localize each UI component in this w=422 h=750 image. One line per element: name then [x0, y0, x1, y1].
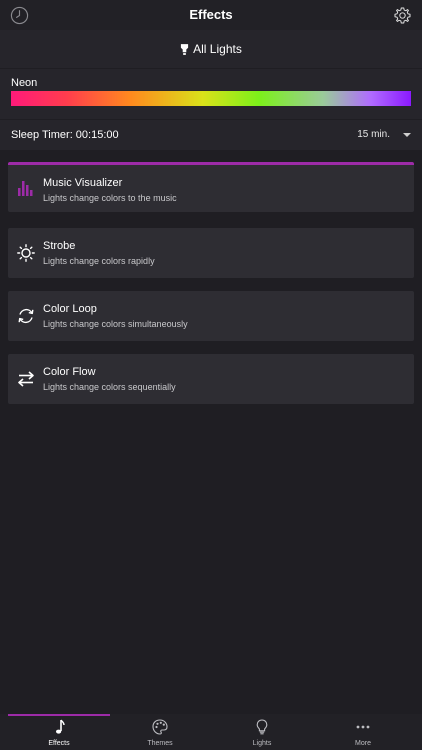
gear-icon[interactable]	[393, 6, 412, 25]
page-title: Effects	[189, 7, 233, 22]
tab-label: Effects	[48, 740, 70, 747]
effect-card-color-loop[interactable]: Color Loop Lights change colors simultan…	[8, 291, 414, 341]
music-note-icon	[56, 719, 65, 734]
equalizer-icon	[18, 181, 33, 196]
effect-subtitle: Lights change colors to the music	[43, 193, 177, 203]
palette-icon	[152, 719, 168, 735]
light-group-label: All Lights	[193, 42, 242, 56]
bulb-icon	[181, 43, 189, 55]
neon-gradient-bar[interactable]	[11, 91, 411, 106]
nav-header: Effects	[0, 0, 422, 30]
light-group-selector[interactable]: All Lights	[0, 30, 422, 68]
sleep-timer-label: Sleep Timer: 00:15:00	[11, 129, 119, 141]
tab-more[interactable]: More	[312, 714, 414, 750]
neon-theme-section: Neon	[0, 69, 422, 119]
tab-lights[interactable]: Lights	[211, 714, 313, 750]
effect-subtitle: Lights change colors rapidly	[43, 256, 155, 266]
tab-label: More	[355, 740, 371, 747]
tab-effects[interactable]: Effects	[8, 714, 110, 750]
flow-arrows-icon	[18, 371, 34, 387]
sleep-timer-value[interactable]: 15 min.	[330, 129, 390, 140]
lightbulb-icon	[256, 719, 268, 735]
effect-subtitle: Lights change colors simultaneously	[43, 319, 188, 329]
tab-bar: Effects Themes Lights More	[0, 714, 422, 750]
effect-card-color-flow[interactable]: Color Flow Lights change colors sequenti…	[8, 354, 414, 404]
chevron-down-icon[interactable]	[403, 133, 411, 137]
sun-icon	[17, 244, 35, 262]
effect-card-strobe[interactable]: Strobe Lights change colors rapidly	[8, 228, 414, 278]
tab-label: Lights	[252, 740, 272, 747]
effect-title: Color Loop	[43, 303, 97, 315]
effect-subtitle: Lights change colors sequentially	[43, 382, 176, 392]
tab-themes[interactable]: Themes	[109, 714, 211, 750]
effect-title: Strobe	[43, 240, 76, 252]
effect-title: Color Flow	[43, 366, 96, 378]
more-dots-icon	[356, 725, 370, 729]
effect-title: Music Visualizer	[43, 177, 123, 189]
sleep-timer-row[interactable]: Sleep Timer: 00:15:00 15 min.	[0, 120, 422, 150]
tab-label: Themes	[147, 740, 173, 747]
loop-icon	[18, 308, 34, 324]
effect-card-music-visualizer[interactable]: Music Visualizer Lights change colors to…	[8, 162, 414, 212]
neon-label: Neon	[11, 77, 38, 89]
